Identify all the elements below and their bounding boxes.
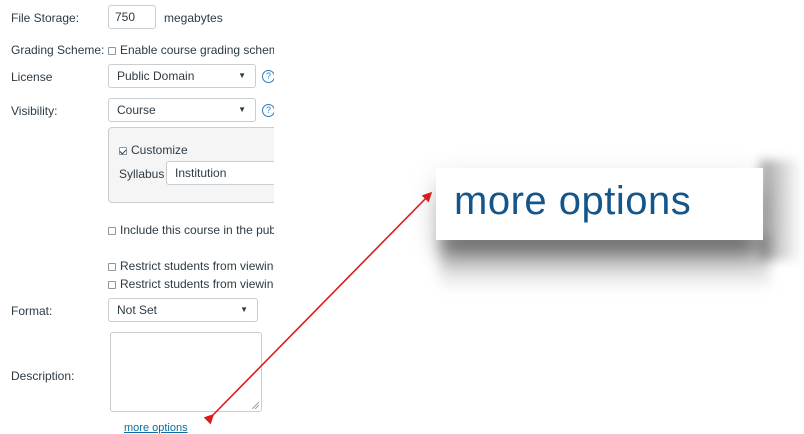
annotation-arrow-icon	[203, 191, 433, 425]
